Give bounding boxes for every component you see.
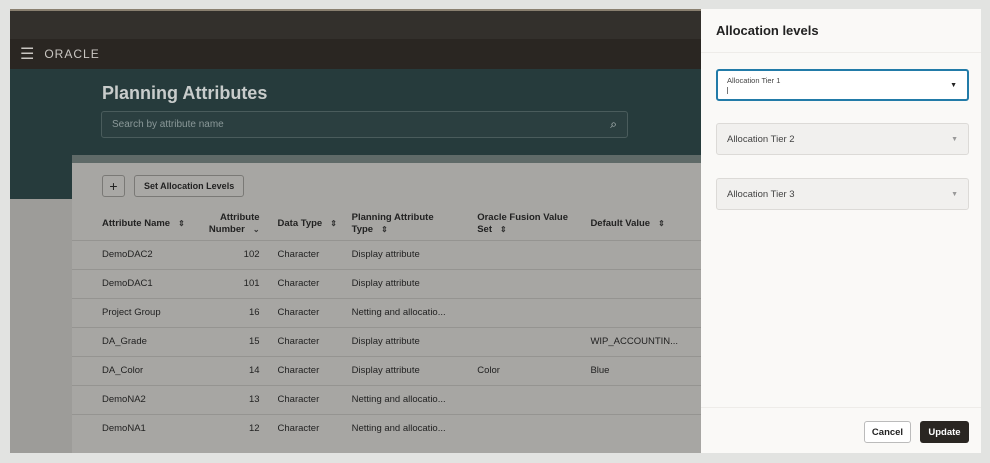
table-cell: 15 (193, 326, 266, 356)
table-cell: 101 (193, 268, 266, 298)
table-cell (465, 297, 579, 327)
table-row[interactable]: DA_Color 14 Character Display attribute Colo… (72, 355, 702, 385)
table-cell (465, 268, 579, 298)
table-cell: WIP_ACCOUNTIN... (578, 326, 702, 356)
search-icon[interactable]: ⌕ (610, 117, 617, 132)
table-row[interactable]: Project Group 16 Character Netting and allo… (72, 297, 702, 327)
table-cell: DA_Grade (72, 326, 194, 356)
attributes-table: Attribute Name ⇕ Attribute Number ⌄ Data Typ… (72, 209, 702, 443)
set-allocation-levels-button[interactable]: Set Allocation Levels (134, 175, 245, 197)
allocation-levels-drawer: Allocation levels Allocation Tier 1 ▼ Al… (701, 9, 981, 453)
table-cell: 13 (193, 384, 266, 414)
text-cursor (727, 87, 728, 94)
table-cell: Netting and allocatio... (339, 384, 466, 414)
table-cell: Blue (578, 355, 702, 385)
column-header[interactable]: Planning Attribute Type ⇕ (340, 209, 466, 240)
table-cell (465, 413, 579, 443)
table-row[interactable]: DemoNA2 13 Character Netting and allocatio.… (72, 384, 702, 414)
search-input[interactable]: Search by attribute name ⌕ (101, 111, 628, 138)
add-button[interactable]: + (102, 175, 125, 197)
table-cell: Project Group (72, 297, 194, 327)
table-cell: Character (265, 239, 340, 269)
oracle-logo: ORACLE (44, 47, 100, 61)
table-cell: DemoDAC1 (72, 268, 194, 298)
table-row[interactable]: DemoDAC2 102 Character Display attribute (72, 239, 702, 269)
table-cell: Display attribute (339, 326, 466, 356)
table-cell: 102 (193, 239, 266, 269)
table-cell: DemoNA2 (72, 384, 194, 414)
sort-icon[interactable]: ⇕ (381, 225, 388, 234)
column-label: Planning Attribute Type (351, 212, 434, 236)
allocation-tier-3-select[interactable]: Allocation Tier 3 ▼ (716, 178, 969, 210)
table-cell: Character (265, 268, 340, 298)
table-cell: 12 (193, 413, 266, 443)
table-cell: Character (265, 297, 340, 327)
column-label: Attribute Name (102, 218, 171, 230)
table-cell: Character (265, 384, 340, 414)
page-title: Planning Attributes (102, 83, 268, 103)
sort-icon[interactable]: ⇕ (658, 219, 665, 228)
chevron-down-icon[interactable]: ▼ (951, 136, 958, 143)
tier-2-label: Allocation Tier 2 (727, 133, 795, 145)
column-header[interactable]: Attribute Number ⌄ (193, 209, 265, 240)
sort-icon[interactable]: ⌄ (253, 225, 260, 234)
table-cell: Netting and allocatio... (339, 413, 466, 443)
table-cell (578, 384, 702, 414)
table-cell (465, 239, 579, 269)
column-label: Oracle Fusion Value Set (477, 212, 569, 236)
table-cell: DemoDAC2 (72, 239, 194, 269)
table-cell: Netting and allocatio... (339, 297, 466, 327)
table-cell (578, 239, 702, 269)
chevron-down-icon[interactable]: ▼ (951, 191, 958, 198)
drawer-footer: Cancel Update (701, 407, 981, 453)
allocation-tier-2-select[interactable]: Allocation Tier 2 ▼ (716, 123, 969, 155)
sort-icon[interactable]: ⇕ (178, 219, 185, 228)
column-label: Default Value (590, 218, 651, 230)
table-cell: Display attribute (339, 239, 466, 269)
sort-icon[interactable]: ⇕ (500, 225, 507, 234)
chevron-down-icon[interactable]: ▼ (950, 82, 957, 89)
table-cell: Display attribute (339, 355, 466, 385)
table-cell: 16 (193, 297, 266, 327)
table-cell: DemoNA1 (72, 413, 194, 443)
table-row[interactable]: DemoNA1 12 Character Netting and allocatio.… (72, 413, 702, 443)
column-header[interactable]: Data Type ⇕ (266, 209, 340, 240)
table-cell (578, 413, 702, 443)
tier-3-label: Allocation Tier 3 (727, 188, 795, 200)
cancel-button[interactable]: Cancel (864, 421, 911, 443)
table-cell: DA_Color (72, 355, 194, 385)
update-button[interactable]: Update (920, 421, 969, 443)
table-cell (578, 297, 702, 327)
table-cell: Character (265, 355, 340, 385)
table-cell: Character (265, 326, 340, 356)
table-row[interactable]: DemoDAC1 101 Character Display attribute (72, 268, 702, 298)
column-label: Data Type (277, 218, 323, 230)
column-header[interactable]: Default Value ⇕ (578, 209, 702, 240)
hamburger-icon[interactable]: ☰ (20, 44, 34, 64)
table-cell (465, 384, 579, 414)
table-cell: Display attribute (339, 268, 466, 298)
table-cell (465, 326, 579, 356)
sort-icon[interactable]: ⇕ (330, 219, 337, 228)
table-cell (578, 268, 702, 298)
search-placeholder: Search by attribute name (112, 119, 224, 130)
column-header[interactable]: Attribute Name ⇕ (72, 209, 193, 240)
column-label: Attribute Number (208, 212, 260, 236)
table-row[interactable]: DA_Grade 15 Character Display attribute WIP_… (72, 326, 702, 356)
allocation-tier-1-select[interactable]: Allocation Tier 1 ▼ (716, 69, 969, 101)
table-cell: 14 (193, 355, 266, 385)
drawer-title: Allocation levels (701, 9, 981, 53)
tier-1-label: Allocation Tier 1 (727, 76, 781, 85)
table-cell: Color (465, 355, 579, 385)
table-cell: Character (265, 413, 340, 443)
column-header[interactable]: Oracle Fusion Value Set ⇕ (465, 209, 578, 240)
